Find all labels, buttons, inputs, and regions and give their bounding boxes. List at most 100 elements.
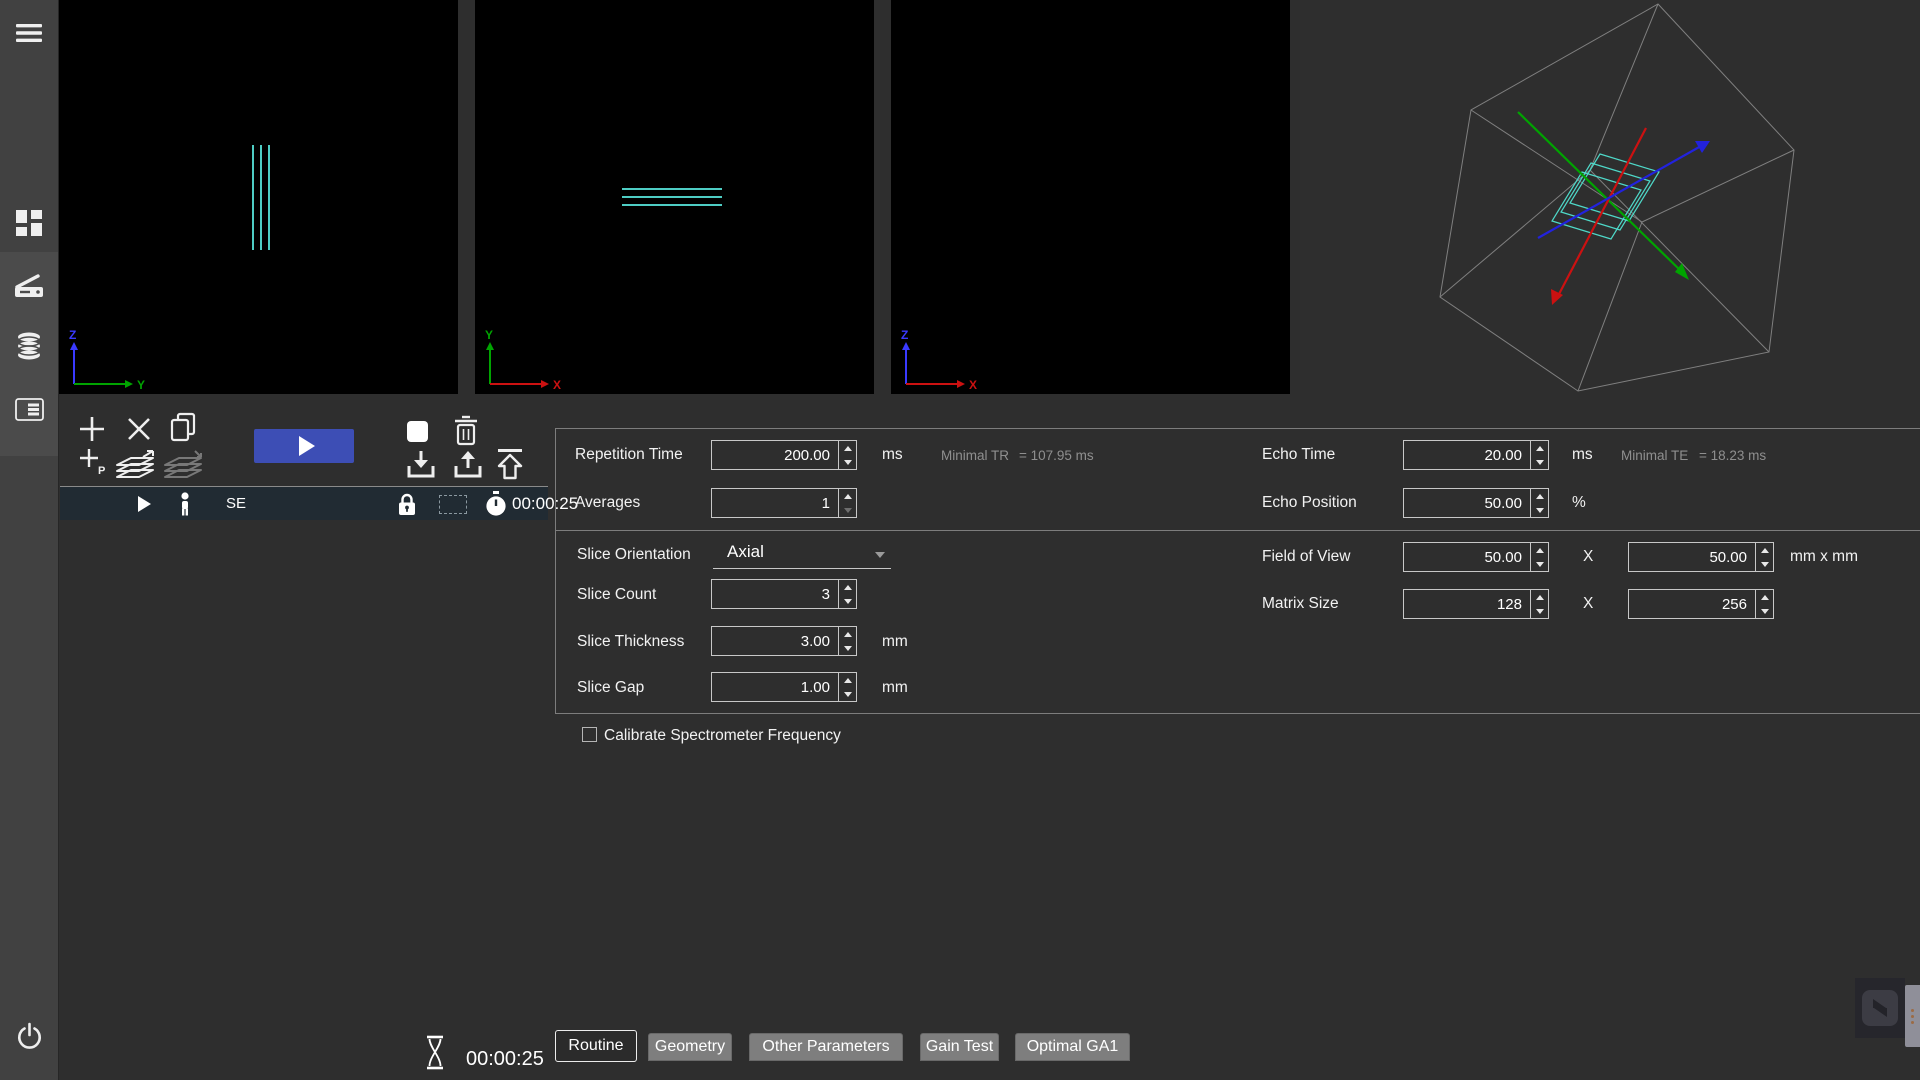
minimal-tr-value: = 107.95 ms	[1019, 448, 1094, 463]
spin-down-button[interactable]	[1531, 557, 1548, 571]
tab-label: Other Parameters	[762, 1038, 889, 1056]
slice-orientation-select[interactable]: Axial	[713, 540, 891, 569]
spin-up-button[interactable]	[839, 673, 856, 687]
handle-dot	[1911, 1015, 1914, 1018]
fov-unit: mm x mm	[1790, 548, 1858, 566]
add-sequence-button[interactable]	[78, 415, 106, 443]
echo-position-spinner	[1530, 489, 1548, 517]
tab-routine[interactable]: Routine	[555, 1030, 637, 1062]
spin-up-button[interactable]	[1756, 590, 1773, 604]
upload-all-button[interactable]	[492, 447, 528, 481]
spin-up-button[interactable]	[839, 580, 856, 594]
upload-icon	[452, 449, 484, 481]
slice-thickness-unit: mm	[882, 633, 908, 651]
chat-widget-panel	[1855, 978, 1905, 1038]
power-button[interactable]	[0, 1022, 58, 1050]
viewport-yx[interactable]: Y X	[475, 0, 874, 394]
3d-geometry-view[interactable]	[1290, 0, 1920, 430]
upload-button[interactable]	[452, 449, 484, 481]
repetition-time-field	[711, 440, 857, 470]
slice-gap-input[interactable]	[712, 673, 836, 701]
elapsed-time: 00:00:25	[466, 1048, 544, 1071]
edge-panel-handle[interactable]	[1905, 985, 1920, 1047]
viewport-zy[interactable]: Z Y	[59, 0, 458, 394]
handle-dot	[1911, 1021, 1914, 1024]
slice-thickness-input[interactable]	[712, 627, 836, 655]
download-button[interactable]	[405, 449, 437, 481]
spin-down-button[interactable]	[1756, 557, 1773, 571]
remove-sequence-button[interactable]	[126, 416, 152, 442]
slice-count-input[interactable]	[712, 580, 836, 608]
spin-up-button[interactable]	[1756, 543, 1773, 557]
add-protocol-button[interactable]: P	[78, 447, 106, 475]
spin-down-button[interactable]	[1531, 455, 1548, 469]
horizontal-axis-label: Y	[137, 378, 145, 392]
tab-other-parameters[interactable]: Other Parameters	[749, 1033, 903, 1061]
slice-gap-spinner	[838, 673, 856, 701]
spin-up-button[interactable]	[839, 627, 856, 641]
plus-p-icon: P	[78, 447, 106, 475]
duplicate-sequence-button[interactable]	[169, 412, 197, 442]
spin-down-button[interactable]	[839, 455, 856, 469]
spin-up-button[interactable]	[1531, 489, 1548, 503]
spin-up-button[interactable]	[839, 441, 856, 455]
spin-up-button[interactable]	[1531, 543, 1548, 557]
tab-gain-test[interactable]: Gain Test	[920, 1033, 999, 1061]
echo-time-input[interactable]	[1404, 441, 1528, 469]
repetition-time-input[interactable]	[712, 441, 836, 469]
spin-up-button[interactable]	[839, 489, 856, 503]
spin-down-button[interactable]	[839, 687, 856, 701]
sidebar	[0, 0, 59, 1080]
minimal-tr-label: Minimal TR	[941, 448, 1009, 463]
sidebar-item-database[interactable]	[0, 332, 58, 360]
matrix-y-input[interactable]	[1629, 590, 1753, 618]
sequence-name: SE	[226, 495, 246, 512]
spin-up-button[interactable]	[1531, 590, 1548, 604]
tab-geometry[interactable]: Geometry	[648, 1033, 732, 1061]
echo-position-input[interactable]	[1404, 489, 1528, 517]
slice-line	[260, 145, 262, 250]
spin-down-button[interactable]	[1531, 503, 1548, 517]
slice-line	[622, 188, 722, 190]
spin-down-button[interactable]	[839, 641, 856, 655]
sequence-row[interactable]: SE 00:00:25	[60, 486, 548, 520]
fov-x-input[interactable]	[1404, 543, 1528, 571]
svg-text:P: P	[98, 465, 105, 475]
import-layers-button-disabled[interactable]	[161, 449, 207, 481]
sidebar-item-news[interactable]	[0, 398, 58, 421]
menu-button[interactable]	[0, 23, 58, 43]
chat-widget-button[interactable]	[1862, 990, 1898, 1026]
sidebar-item-dashboard[interactable]	[0, 210, 58, 236]
layers-export-icon	[113, 449, 159, 481]
repetition-time-unit: ms	[882, 446, 903, 464]
averages-input[interactable]	[712, 489, 836, 517]
upload-all-icon	[492, 447, 528, 481]
delete-button[interactable]	[452, 415, 480, 447]
averages-spinner	[838, 489, 856, 517]
minimal-te-label: Minimal TE	[1621, 448, 1688, 463]
sidebar-item-scanner[interactable]	[0, 272, 58, 299]
slice-gap-field	[711, 672, 857, 702]
tab-optimal-ga1[interactable]: Optimal GA1	[1015, 1033, 1130, 1061]
stop-button[interactable]	[407, 421, 428, 442]
spin-up-button[interactable]	[1531, 441, 1548, 455]
spin-down-button[interactable]	[839, 503, 856, 517]
spin-down-button[interactable]	[839, 594, 856, 608]
spin-down-button[interactable]	[1756, 604, 1773, 618]
echo-position-label: Echo Position	[1262, 494, 1357, 512]
run-sequence-button[interactable]	[254, 429, 354, 463]
matrix-x-input[interactable]	[1404, 590, 1528, 618]
vertical-axis-label: Z	[69, 328, 76, 342]
chat-widget-icon	[1865, 993, 1895, 1023]
calibrate-checkbox[interactable]	[582, 727, 597, 742]
spin-down-button[interactable]	[1531, 604, 1548, 618]
fov-x-spinner	[1530, 543, 1548, 571]
slice-line	[622, 196, 722, 198]
dashboard-icon	[16, 210, 42, 236]
export-layers-button[interactable]	[113, 449, 159, 481]
fov-separator: X	[1583, 548, 1593, 566]
fov-y-input[interactable]	[1629, 543, 1753, 571]
slice-gap-unit: mm	[882, 679, 908, 697]
viewport-zx[interactable]: Z X	[891, 0, 1290, 394]
slice-thickness-label: Slice Thickness	[577, 633, 684, 651]
